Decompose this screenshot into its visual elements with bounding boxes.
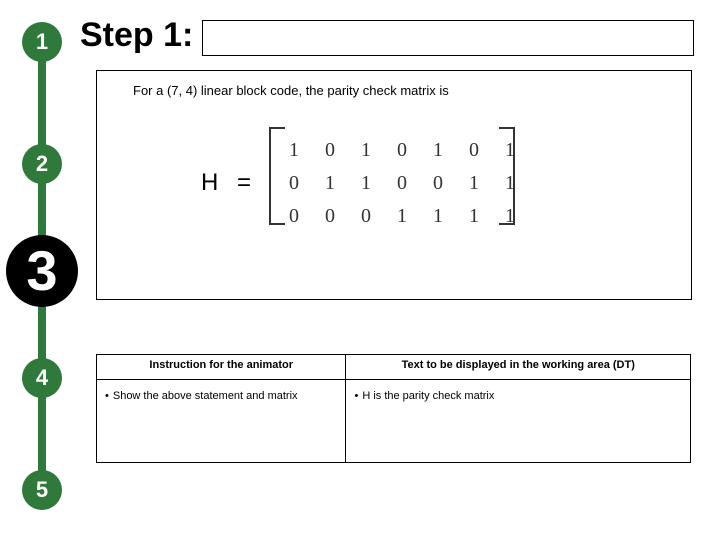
step-dot-4: 4 <box>22 358 62 398</box>
matrix-cell: 1 <box>457 201 491 232</box>
bullet-icon: • <box>105 390 109 402</box>
matrix-cell: 0 <box>457 135 491 166</box>
matrix-label: H = <box>201 169 257 197</box>
matrix-cell: 1 <box>313 168 347 199</box>
matrix-cell: 0 <box>277 168 311 199</box>
instruction-cell-left: • Show the above statement and matrix <box>97 380 346 463</box>
matrix-cell: 1 <box>349 135 383 166</box>
matrix-cell: 1 <box>349 168 383 199</box>
step-dot-1: 1 <box>22 22 62 62</box>
matrix-cell: 1 <box>277 135 311 166</box>
matrix-cell: 1 <box>421 201 455 232</box>
slide-heading: Step 1: <box>80 16 193 55</box>
heading-input-box <box>202 20 694 56</box>
matrix-cell: 1 <box>493 201 527 232</box>
matrix-cell: 0 <box>313 201 347 232</box>
matrix-cell: 0 <box>385 135 419 166</box>
matrix-cell: 0 <box>277 201 311 232</box>
matrix-cell: 1 <box>385 201 419 232</box>
matrix-cell: 1 <box>493 168 527 199</box>
matrix-cell: 1 <box>493 135 527 166</box>
matrix-row: 1 0 1 0 1 0 1 <box>277 135 527 166</box>
matrix-row: 0 1 1 0 0 1 1 <box>277 168 527 199</box>
instruction-right-text: H is the parity check matrix <box>362 390 494 402</box>
instruction-cell-right: • H is the parity check matrix <box>346 380 691 463</box>
content-box: For a (7, 4) linear block code, the pari… <box>96 70 692 300</box>
instruction-header-left: Instruction for the animator <box>97 355 346 380</box>
matrix-cell: 1 <box>457 168 491 199</box>
parity-check-matrix: 1 0 1 0 1 0 1 0 1 1 0 0 1 1 0 0 0 1 1 1 … <box>275 133 529 234</box>
step-dot-2: 2 <box>22 144 62 184</box>
instruction-left-text: Show the above statement and matrix <box>113 390 298 402</box>
matrix-cell: 1 <box>421 135 455 166</box>
bullet-icon: • <box>354 390 358 402</box>
instruction-table: Instruction for the animator Text to be … <box>96 354 691 463</box>
step-dot-3-current: 3 <box>6 235 78 307</box>
instruction-header-right: Text to be displayed in the working area… <box>346 355 691 380</box>
step-dot-5: 5 <box>22 470 62 510</box>
matrix-cell: 0 <box>313 135 347 166</box>
matrix-cell: 0 <box>421 168 455 199</box>
matrix-cell: 0 <box>385 168 419 199</box>
intro-text: For a (7, 4) linear block code, the pari… <box>133 83 449 98</box>
matrix-cell: 0 <box>349 201 383 232</box>
matrix-row: 0 0 0 1 1 1 1 <box>277 201 527 232</box>
